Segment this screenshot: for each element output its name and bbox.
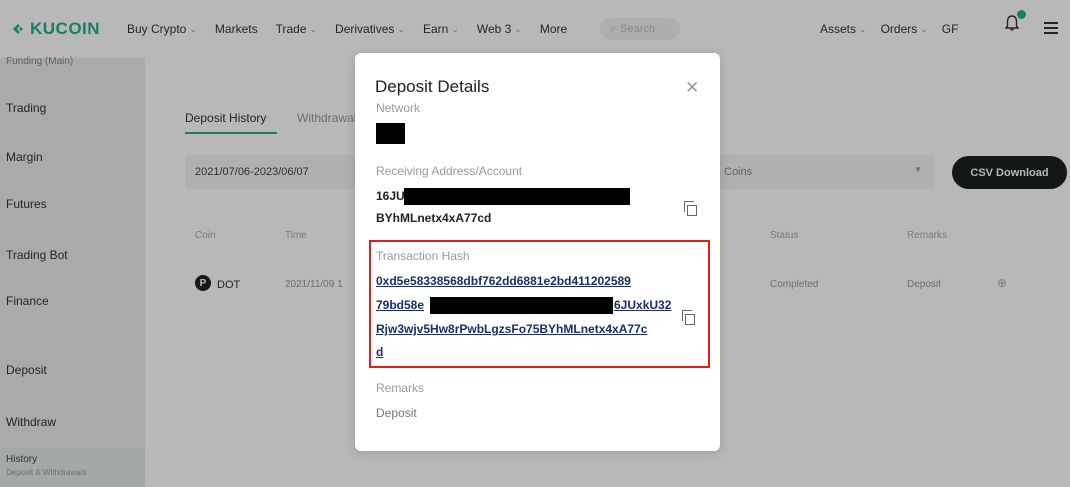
transaction-hash-line-2-suffix[interactable]: 6JUxkU32 — [614, 298, 671, 312]
address-suffix: BYhMLnetx4xA77cd — [376, 211, 492, 225]
transaction-hash-line-3[interactable]: Rjw3wjv5Hw8rPwbLgzsFo75BYhMLnetx4xA77c — [376, 322, 647, 336]
address-redaction — [404, 188, 630, 205]
remarks-value: Deposit — [376, 406, 417, 420]
address-prefix: 16JU — [376, 189, 405, 203]
network-redaction — [376, 123, 405, 144]
address-label: Receiving Address/Account — [376, 164, 523, 178]
deposit-details-modal: Deposit Details ✕ Network Receiving Addr… — [355, 53, 720, 451]
remarks-label: Remarks — [376, 381, 425, 395]
transaction-hash-line-4[interactable]: d — [376, 345, 383, 359]
close-icon[interactable]: ✕ — [685, 78, 699, 98]
transaction-hash-line-2-prefix[interactable]: 79bd58e — [376, 298, 424, 312]
copy-hash-icon[interactable] — [682, 310, 696, 326]
copy-address-icon[interactable] — [684, 201, 698, 217]
transaction-hash-label: Transaction Hash — [376, 249, 470, 263]
transaction-hash-redaction — [430, 297, 613, 314]
network-label: Network — [376, 101, 421, 115]
modal-title: Deposit Details — [375, 77, 490, 96]
transaction-hash-line-1[interactable]: 0xd5e58338568dbf762dd6881e2bd411202589 — [376, 274, 631, 288]
